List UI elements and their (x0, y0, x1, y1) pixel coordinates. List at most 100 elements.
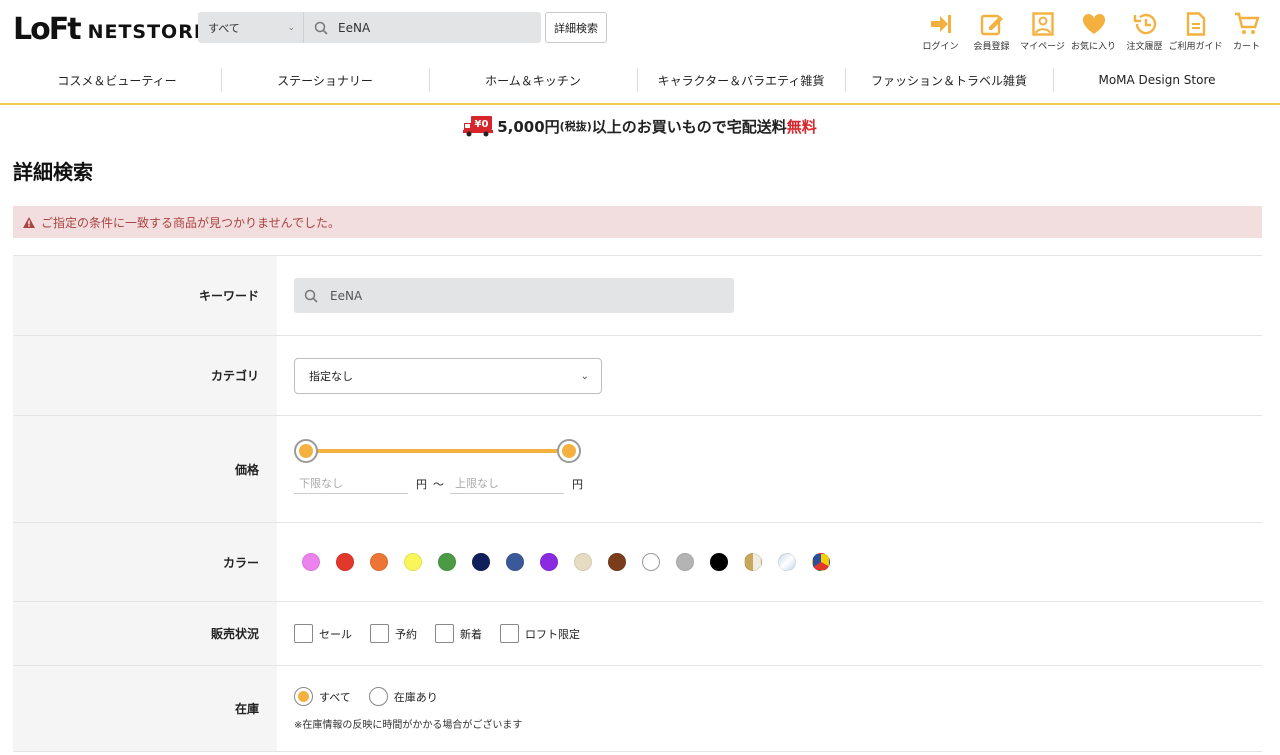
shipping-text: 以上のお買いもので宅配送料 (591, 117, 787, 136)
category-character[interactable]: キャラクター＆バラエティ雑貨 (637, 64, 845, 96)
color-swatches (302, 523, 846, 601)
category-fashion-travel[interactable]: ファッション＆トラベル雑貨 (845, 64, 1053, 96)
util-guide[interactable]: ご利用ガイド (1168, 12, 1223, 52)
category-home-kitchen[interactable]: ホーム＆キッチン (429, 64, 637, 96)
color-swatch[interactable] (574, 553, 592, 571)
util-label: 注文履歴 (1126, 42, 1163, 52)
truck-icon: ¥0 (463, 116, 494, 137)
color-swatch[interactable] (540, 553, 558, 571)
header-search: すべて ⌄ EeNA (198, 12, 541, 43)
checkbox[interactable] (294, 624, 313, 643)
advanced-search-button[interactable]: 詳細検索 (545, 12, 607, 43)
status-sale-checkbox[interactable]: セール (294, 624, 352, 643)
heart-icon (1081, 12, 1107, 36)
price-min-input[interactable]: 下限なし (294, 472, 408, 494)
color-swatch[interactable] (812, 553, 830, 571)
category-value: 指定なし (309, 370, 353, 383)
search-icon[interactable] (314, 21, 328, 35)
checkbox[interactable] (500, 624, 519, 643)
color-swatch[interactable] (642, 553, 660, 571)
util-label: マイページ (1020, 42, 1065, 52)
radio-label: 在庫あり (393, 690, 438, 704)
chevron-down-icon: ⌄ (287, 22, 295, 33)
util-login[interactable]: ログイン (915, 12, 966, 52)
status-preorder-checkbox[interactable]: 予約 (370, 624, 417, 643)
color-swatch[interactable] (778, 553, 796, 571)
search-icon (304, 289, 318, 303)
checkbox-label: 予約 (395, 627, 417, 641)
util-favorites[interactable]: お気に入り (1068, 12, 1119, 52)
color-swatch[interactable] (608, 553, 626, 571)
color-swatch[interactable] (370, 553, 388, 571)
util-label: ご利用ガイド (1168, 42, 1223, 52)
guide-icon (1183, 12, 1209, 36)
category-stationery[interactable]: ステーショナリー (221, 64, 429, 96)
checkbox[interactable] (370, 624, 389, 643)
cart-icon (1234, 12, 1260, 36)
color-swatch[interactable] (506, 553, 524, 571)
row-status: 販売状況 セール 予約 新着 ロフト限定 (13, 602, 1262, 666)
free-shipping-banner[interactable]: ¥0 5,000円 (税抜) 以上のお買いもので宅配送料 無料 (0, 113, 1280, 139)
shipping-amount: 5,000円 (497, 117, 560, 136)
mypage-icon (1030, 12, 1056, 36)
stock-all-radio[interactable]: すべて (294, 687, 351, 706)
status-loft-limited-checkbox[interactable]: ロフト限定 (500, 624, 580, 643)
radio[interactable] (368, 687, 388, 706)
row-keyword: キーワード EeNA (13, 256, 1262, 336)
price-slider-max-handle[interactable] (557, 439, 581, 463)
logo-loft: LoFt (13, 11, 82, 47)
stock-label: 在庫 (13, 666, 277, 751)
advanced-search-form: キーワード EeNA カテゴリ 指定なし ⌄ 価格 下限なし 円 〜 上限なし … (13, 255, 1262, 752)
price-slider-min-handle[interactable] (294, 439, 318, 463)
checkbox[interactable] (435, 624, 454, 643)
utility-nav: ログイン 会員登録 マイページ お気に入り 注文履歴 ご利用ガイド カート (915, 12, 1272, 52)
search-scope-value: すべて (208, 21, 240, 35)
status-new-checkbox[interactable]: 新着 (435, 624, 482, 643)
search-input[interactable]: EeNA (338, 21, 370, 35)
color-swatch[interactable] (710, 553, 728, 571)
category-select[interactable]: 指定なし ⌄ (294, 358, 602, 394)
price-separator: 〜 (433, 478, 444, 491)
price-max-input[interactable]: 上限なし (450, 472, 564, 494)
util-label: お気に入り (1070, 42, 1116, 52)
keyword-input[interactable]: EeNA (294, 278, 734, 313)
color-swatch[interactable] (302, 553, 320, 571)
search-scope-select[interactable]: すべて ⌄ (198, 12, 304, 43)
shipping-free: 無料 (786, 117, 817, 136)
site-logo[interactable]: LoFt NETSTORE (13, 11, 208, 47)
util-mypage[interactable]: マイページ (1017, 12, 1068, 52)
color-swatch[interactable] (336, 553, 354, 571)
keyword-label: キーワード (13, 256, 277, 335)
category-label: カテゴリ (13, 336, 277, 415)
price-min-unit: 円 (416, 478, 427, 491)
checkbox-label: ロフト限定 (525, 627, 580, 641)
price-max-unit: 円 (572, 478, 583, 491)
stock-in-stock-radio[interactable]: 在庫あり (368, 687, 438, 706)
status-label: 販売状況 (13, 602, 277, 665)
stock-radios: すべて 在庫あり (294, 687, 456, 706)
category-moma[interactable]: MoMA Design Store (1053, 64, 1261, 96)
register-icon (979, 12, 1005, 36)
row-category: カテゴリ 指定なし ⌄ (13, 336, 1262, 416)
util-history[interactable]: 注文履歴 (1119, 12, 1170, 52)
category-cosme[interactable]: コスメ＆ビューティー (13, 64, 221, 96)
color-swatch[interactable] (472, 553, 490, 571)
checkbox-label: 新着 (460, 627, 482, 641)
login-icon (928, 12, 954, 36)
util-register[interactable]: 会員登録 (966, 12, 1017, 52)
radio-label: すべて (319, 690, 351, 704)
no-results-alert: ご指定の条件に一致する商品が見つかりませんでした。 (13, 206, 1262, 238)
radio[interactable] (294, 687, 313, 706)
color-swatch[interactable] (404, 553, 422, 571)
util-cart[interactable]: カート (1221, 12, 1272, 52)
warning-icon (23, 216, 35, 228)
price-label: 価格 (13, 416, 277, 522)
color-swatch[interactable] (438, 553, 456, 571)
util-label: ログイン (922, 42, 959, 52)
site-header: LoFt NETSTORE すべて ⌄ EeNA 詳細検索 ログイン 会員登録 (0, 0, 1280, 58)
color-swatch[interactable] (676, 553, 694, 571)
util-label: カート (1232, 42, 1260, 52)
keyword-value: EeNA (330, 288, 363, 303)
price-slider-track[interactable] (306, 449, 569, 453)
color-swatch[interactable] (744, 553, 762, 571)
